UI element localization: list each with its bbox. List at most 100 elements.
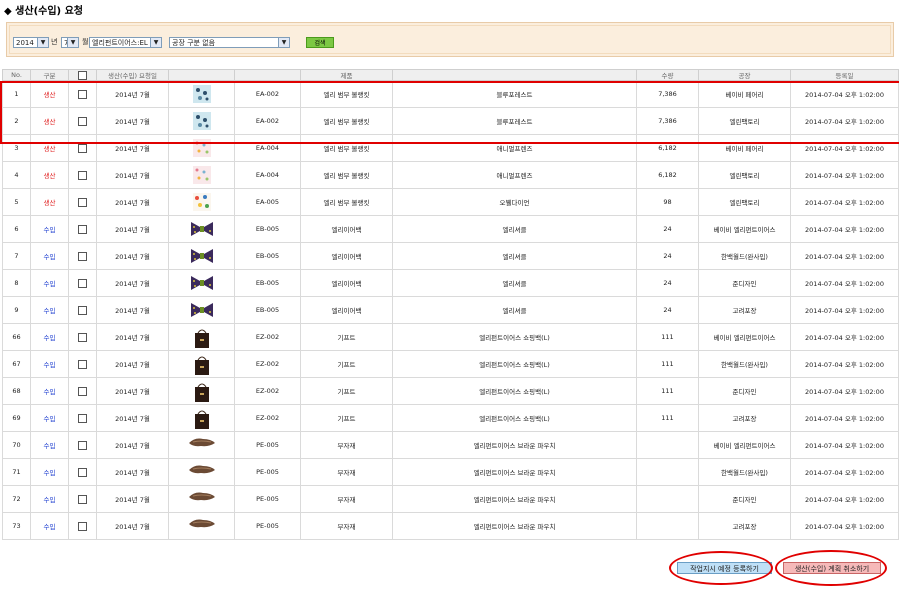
row-factory: 준디자인 — [698, 485, 791, 513]
row-type: 수입 — [30, 431, 69, 459]
company-select[interactable]: 엘리펀트이어스:EL ▼ — [89, 37, 162, 48]
row-category: 엘리이어백 — [300, 215, 393, 243]
row-factory: 준디자인 — [698, 377, 791, 405]
row-request-date: 2014년 7월 — [96, 323, 169, 351]
row-image — [168, 296, 235, 324]
row-category: 부자재 — [300, 431, 393, 459]
select-all-checkbox[interactable] — [78, 70, 87, 80]
row-no: 69 — [2, 404, 31, 432]
row-checkbox[interactable] — [78, 251, 87, 261]
row-qty: 98 — [636, 188, 699, 216]
row-qty: 24 — [636, 215, 699, 243]
row-request-date: 2014년 7월 — [96, 215, 169, 243]
row-checkbox[interactable] — [78, 332, 87, 342]
col-select-all — [68, 69, 97, 81]
product-thumbnail-pattern-pink — [192, 165, 212, 185]
year-select[interactable]: 2014 ▼ — [13, 37, 49, 48]
row-registered: 2014-07-04 오후 1:02:00 — [790, 242, 899, 270]
row-request-date: 2014년 7월 — [96, 485, 169, 513]
row-type: 수입 — [30, 404, 69, 432]
row-category: 기프트 — [300, 323, 393, 351]
row-category: 기프트 — [300, 350, 393, 378]
product-thumbnail-pouch — [187, 435, 217, 455]
row-factory: 준디자인 — [698, 269, 791, 297]
row-checkbox[interactable] — [78, 197, 87, 207]
row-product: 엘리셔클 — [392, 296, 637, 324]
row-no: 5 — [2, 188, 31, 216]
row-registered: 2014-07-04 오후 1:02:00 — [790, 161, 899, 189]
row-checkbox[interactable] — [78, 305, 87, 315]
row-checkbox[interactable] — [78, 413, 87, 423]
row-checkbox[interactable] — [78, 359, 87, 369]
factory-select[interactable]: 공장 구분 없음 ▼ — [169, 37, 290, 48]
chevron-down-icon[interactable]: ▼ — [37, 38, 48, 47]
row-category: 엘리이어백 — [300, 269, 393, 297]
row-type: 생산 — [30, 161, 69, 189]
row-factory: 베이비 엘리펀트이어스 — [698, 215, 791, 243]
month-select[interactable]: 7 ▼ — [61, 37, 79, 48]
row-request-date: 2014년 7월 — [96, 269, 169, 297]
row-select — [68, 431, 97, 459]
row-checkbox[interactable] — [78, 143, 87, 153]
chevron-down-icon[interactable]: ▼ — [278, 38, 289, 47]
search-panel: 2014 ▼ 년 7 ▼ 월 엘리펀트이어스:EL ▼ 공장 구분 없음 ▼ 검… — [6, 22, 894, 57]
row-checkbox[interactable] — [78, 386, 87, 396]
row-select — [68, 296, 97, 324]
product-thumbnail-shopping-bag — [192, 408, 212, 429]
row-code: EZ-002 — [234, 377, 301, 405]
row-select — [68, 161, 97, 189]
row-category: 엘리이어백 — [300, 242, 393, 270]
row-checkbox[interactable] — [78, 521, 87, 531]
row-registered: 2014-07-04 오후 1:02:00 — [790, 296, 899, 324]
row-factory: 엘린팩토리 — [698, 161, 791, 189]
row-category: 부자재 — [300, 458, 393, 486]
row-code: EA-005 — [234, 188, 301, 216]
factory-value: 공장 구분 없음 — [172, 39, 216, 47]
product-thumbnail-pouch — [187, 489, 217, 509]
row-factory: 베이비 엘리펀트이어스 — [698, 323, 791, 351]
row-code: EB-005 — [234, 296, 301, 324]
row-checkbox[interactable] — [78, 170, 87, 180]
row-product: 엘리셔클 — [392, 215, 637, 243]
col-no: No. — [2, 69, 31, 81]
row-image — [168, 377, 235, 405]
row-qty: 24 — [636, 269, 699, 297]
row-request-date: 2014년 7월 — [96, 161, 169, 189]
row-checkbox[interactable] — [78, 440, 87, 450]
row-checkbox[interactable] — [78, 278, 87, 288]
row-request-date: 2014년 7월 — [96, 458, 169, 486]
row-product: 엘리펀트이어스 쇼핑백(L) — [392, 377, 637, 405]
row-category: 기프트 — [300, 404, 393, 432]
table-header: No. 구분 생산(수입) 요청일 제품 수량 공장 등록일 — [2, 69, 899, 81]
row-checkbox[interactable] — [78, 224, 87, 234]
row-image — [168, 458, 235, 486]
row-qty: 24 — [636, 242, 699, 270]
row-checkbox[interactable] — [78, 467, 87, 477]
row-product: 엘리펀트이어스 브라운 파우치 — [392, 512, 637, 540]
row-factory: 고려포장 — [698, 404, 791, 432]
search-button[interactable]: 검색 — [306, 37, 334, 48]
chevron-down-icon[interactable]: ▼ — [150, 38, 161, 47]
year-value: 2014 — [16, 39, 34, 47]
row-type: 생산 — [30, 188, 69, 216]
row-image — [168, 512, 235, 540]
col-qty: 수량 — [636, 69, 699, 81]
highlight-circle — [669, 551, 773, 585]
highlight-box — [0, 81, 899, 144]
row-qty: 24 — [636, 296, 699, 324]
row-qty — [636, 512, 699, 540]
row-request-date: 2014년 7월 — [96, 296, 169, 324]
row-code: EA-004 — [234, 161, 301, 189]
table-row: 4 생산 2014년 7월 EA-004 엘리 범부 볼랭킷 애니멀프렌즈 6,182 엘린팩… — [2, 161, 899, 189]
chevron-down-icon[interactable]: ▼ — [67, 38, 78, 47]
row-category: 부자재 — [300, 512, 393, 540]
row-checkbox[interactable] — [78, 494, 87, 504]
row-registered: 2014-07-04 오후 1:02:00 — [790, 215, 899, 243]
row-image — [168, 188, 235, 216]
row-request-date: 2014년 7월 — [96, 404, 169, 432]
row-code: EB-005 — [234, 269, 301, 297]
col-registered: 등록일 — [790, 69, 899, 81]
table-row: 70 수입 2014년 7월 PE-005 부자재 엘리펀트이어스 브라운 파우치 베이비 … — [2, 431, 899, 459]
row-qty — [636, 485, 699, 513]
row-registered: 2014-07-04 오후 1:02:00 — [790, 512, 899, 540]
